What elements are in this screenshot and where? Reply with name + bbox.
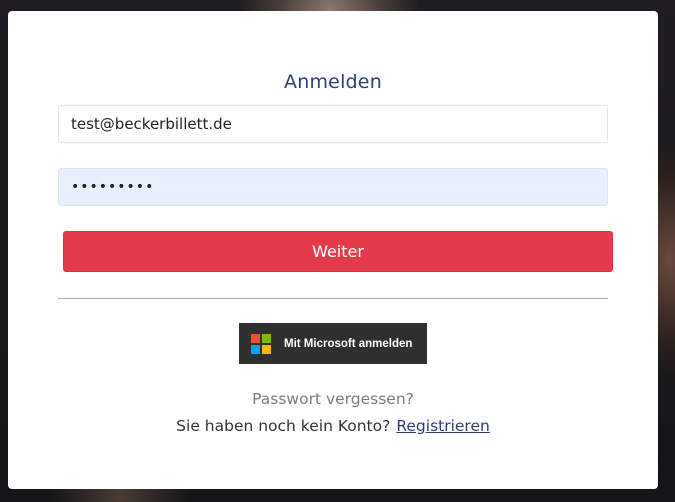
microsoft-logo-icon [251,333,271,354]
password-mask: ••••••••• [71,179,155,195]
password-input[interactable]: ••••••••• [58,168,608,206]
no-account-text: Sie haben noch kein Konto? [176,417,391,435]
forgot-password-link[interactable]: Passwort vergessen? [8,390,658,408]
email-input[interactable] [58,105,608,143]
microsoft-signin-button[interactable]: Mit Microsoft anmelden [239,323,427,364]
register-link[interactable]: Registrieren [396,417,490,435]
microsoft-signin-label: Mit Microsoft anmelden [284,337,413,350]
continue-button[interactable]: Weiter [63,231,613,272]
login-title: Anmelden [284,71,382,93]
login-card: Anmelden ••••••••• Weiter Mit Microsoft … [8,11,658,489]
divider [58,298,608,299]
register-prompt: Sie haben noch kein Konto? Registrieren [8,417,658,435]
